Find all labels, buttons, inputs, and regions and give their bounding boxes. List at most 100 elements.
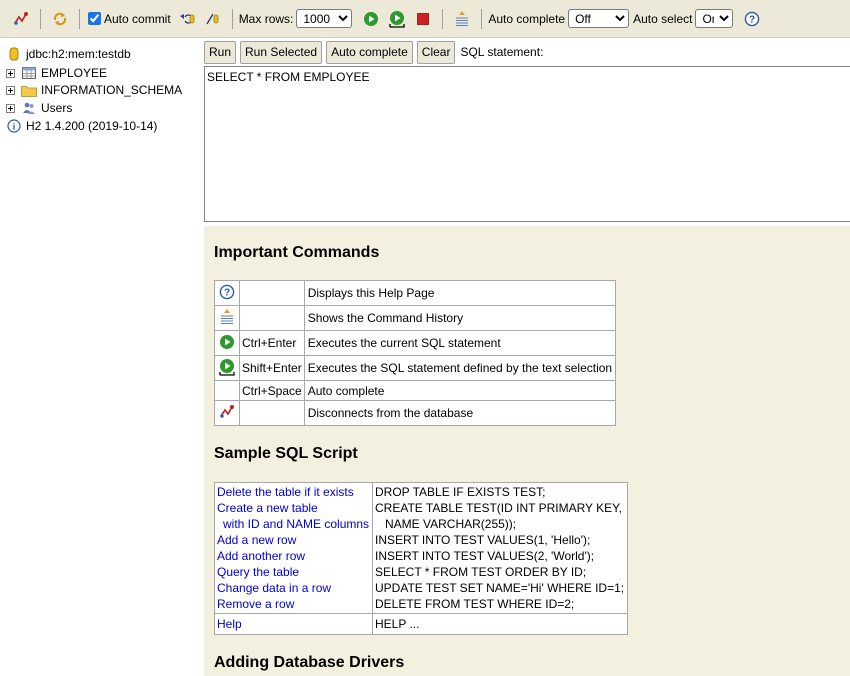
run-icon <box>220 334 234 349</box>
command-icon-cell <box>214 355 240 381</box>
run-icon[interactable] <box>362 10 380 28</box>
toolbar-separator <box>481 8 483 29</box>
sample-code-line: DELETE FROM TEST WHERE ID=2; <box>375 597 575 611</box>
toolbar-separator <box>79 8 80 29</box>
sample-code-cell: DROP TABLE IF EXISTS TEST; CREATE TABLE … <box>372 482 628 614</box>
version-label: H2 1.4.200 (2019-10-14) <box>26 119 158 133</box>
command-icon-cell <box>214 305 240 331</box>
sample-link[interactable]: Remove a row <box>217 596 370 612</box>
command-desc: Auto complete <box>303 380 617 401</box>
command-key: Ctrl+Enter <box>239 330 305 356</box>
sample-code-line: INSERT INTO TEST VALUES(2, 'World'); <box>375 549 595 563</box>
clear-button[interactable]: Clear <box>416 40 456 64</box>
run-selected-icon <box>219 358 235 376</box>
help-icon[interactable]: ? <box>743 10 761 28</box>
command-desc: Disconnects from the database <box>303 400 617 426</box>
important-commands-title: Important Commands <box>214 244 380 261</box>
help-link-cell: Help <box>214 613 373 635</box>
history-icon[interactable] <box>453 10 471 28</box>
history-icon <box>221 308 233 324</box>
sample-link[interactable]: Create a new table <box>217 500 370 516</box>
schema-tree: jdbc:h2:mem:testdb EMPLOYEE INFORMATION_… <box>0 38 203 676</box>
run-selected-icon[interactable] <box>388 10 406 28</box>
max-rows-label: Max rows: <box>238 11 294 26</box>
run-button[interactable]: Run <box>204 40 237 64</box>
command-key <box>239 280 305 306</box>
table-row: Help HELP ... <box>214 613 628 635</box>
users-icon <box>21 101 37 115</box>
command-key: Shift+Enter <box>239 355 305 381</box>
sample-link[interactable]: Query the table <box>217 564 370 580</box>
run-selected-button[interactable]: Run Selected <box>240 40 323 64</box>
sample-code-line: DROP TABLE IF EXISTS TEST; <box>375 485 546 499</box>
toolbar-separator <box>231 8 233 29</box>
help-code-cell: HELP ... <box>372 613 628 635</box>
command-desc: Shows the Command History <box>303 305 617 331</box>
sample-code-line: CREATE TABLE TEST(ID INT PRIMARY KEY, <box>375 501 622 515</box>
tree-item-employee[interactable]: EMPLOYEE <box>6 65 107 81</box>
auto-select-label: Auto select <box>633 11 693 26</box>
tree-version: i H2 1.4.200 (2019-10-14) <box>6 118 157 134</box>
sample-link[interactable]: Change data in a row <box>217 580 370 596</box>
sample-link[interactable]: Add a new row <box>217 532 370 548</box>
auto-complete-button[interactable]: Auto complete <box>326 40 413 64</box>
command-icon-cell <box>214 380 240 401</box>
query-bar: Run Run Selected Auto complete Clear SQL… <box>203 38 850 66</box>
tree-item-users[interactable]: Users <box>6 100 72 116</box>
sql-statement-label: SQL statement: <box>460 45 544 59</box>
sample-link[interactable]: with ID and NAME columns <box>217 516 370 532</box>
tree-item-information-schema[interactable]: INFORMATION_SCHEMA <box>6 82 182 98</box>
expand-icon[interactable] <box>6 85 15 95</box>
disconnect-icon <box>220 404 234 418</box>
max-rows-select[interactable]: 1000 <box>296 9 353 28</box>
tree-item-label: INFORMATION_SCHEMA <box>41 83 183 97</box>
command-key <box>239 305 305 331</box>
refresh-icon[interactable] <box>51 10 69 28</box>
sample-link[interactable]: Delete the table if it exists <box>217 484 370 500</box>
command-desc: Executes the current SQL statement <box>303 330 617 356</box>
command-icon-cell <box>214 330 240 356</box>
auto-complete-select[interactable]: Off <box>568 9 630 28</box>
auto-commit-checkbox[interactable] <box>88 12 101 25</box>
tree-connection[interactable]: jdbc:h2:mem:testdb <box>6 46 131 62</box>
auto-commit-label: Auto commit <box>104 11 171 26</box>
sample-sql-title: Sample SQL Script <box>214 445 358 462</box>
command-icon-cell <box>214 400 240 426</box>
disconnect-icon[interactable] <box>12 10 30 28</box>
toolbar: Auto commit Max rows: 1000 Auto complete… <box>0 0 850 38</box>
table-icon <box>21 66 37 80</box>
help-icon: ? <box>219 284 235 299</box>
command-icon-cell: ? <box>214 280 240 306</box>
commit-icon[interactable] <box>204 10 222 28</box>
help-link[interactable]: Help <box>217 616 370 632</box>
commands-table: ? Displays this Help Page Shows the Comm… <box>214 280 617 426</box>
sample-link[interactable]: Add another row <box>217 548 370 564</box>
expand-icon[interactable] <box>6 68 15 78</box>
toolbar-separator <box>40 8 41 29</box>
sample-sql-table: Delete the table if it exists Create a n… <box>214 482 628 635</box>
toolbar-separator <box>442 8 444 29</box>
tree-item-label: Users <box>41 101 73 115</box>
expand-icon[interactable] <box>6 103 15 113</box>
table-row: Ctrl+Space Auto complete <box>214 380 617 401</box>
sample-code-line: NAME VARCHAR(255)); <box>385 517 517 531</box>
command-key <box>239 400 305 426</box>
sample-links-cell: Delete the table if it exists Create a n… <box>214 482 373 614</box>
sql-editor[interactable]: SELECT * FROM EMPLOYEE <box>204 66 850 222</box>
auto-complete-label: Auto complete <box>488 11 566 26</box>
database-icon <box>6 47 22 61</box>
stop-icon[interactable] <box>414 10 432 28</box>
table-row: Ctrl+Enter Executes the current SQL stat… <box>214 330 617 356</box>
command-key: Ctrl+Space <box>239 380 305 401</box>
svg-text:?: ? <box>224 287 230 298</box>
rollback-icon[interactable] <box>178 10 196 28</box>
table-row: Shift+Enter Executes the SQL statement d… <box>214 355 617 381</box>
table-row: Shows the Command History <box>214 305 617 331</box>
adding-drivers-title: Adding Database Drivers <box>214 654 405 671</box>
sample-code-line: UPDATE TEST SET NAME='Hi' WHERE ID=1; <box>375 581 625 595</box>
auto-select-select[interactable]: On <box>695 9 734 28</box>
help-code: HELP ... <box>375 617 420 631</box>
svg-text:?: ? <box>749 14 755 25</box>
table-row: Disconnects from the database <box>214 400 617 426</box>
command-desc: Executes the SQL statement defined by th… <box>303 355 617 381</box>
